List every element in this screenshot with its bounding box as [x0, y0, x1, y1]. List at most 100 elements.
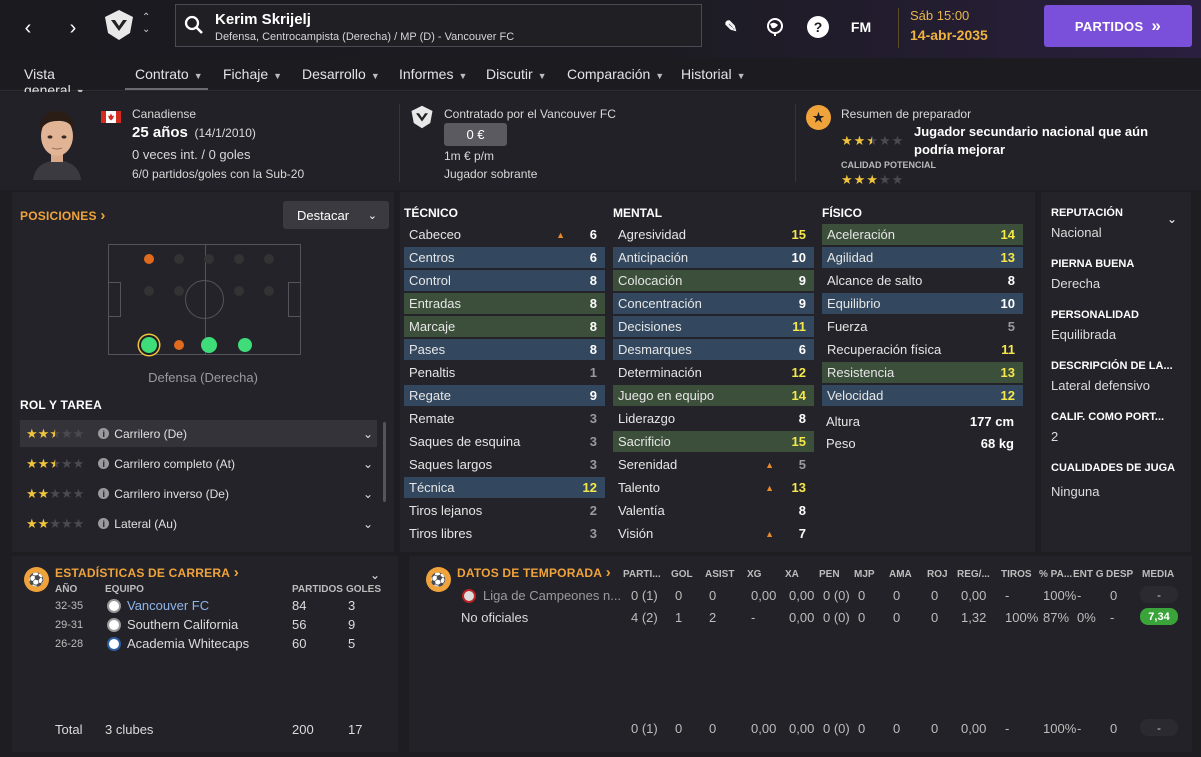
tab-comparacion[interactable]: Comparación ▼	[567, 66, 664, 82]
info-icon[interactable]: i	[98, 518, 110, 529]
attribute-row[interactable]: Técnica 12	[404, 477, 605, 498]
position-dot[interactable]	[234, 254, 244, 264]
attribute-row[interactable]: Centros 6	[404, 247, 605, 268]
position-dot[interactable]	[174, 286, 184, 296]
season-col-header[interactable]: GOL	[671, 569, 693, 580]
season-col-header[interactable]: XA	[785, 569, 799, 580]
attribute-row[interactable]: Talento ▲ 13	[613, 477, 814, 498]
career-title-link[interactable]: ESTADÍSTICAS DE CARRERA ›	[55, 564, 239, 581]
player-search-box[interactable]: Kerim Skrijelj Defensa, Centrocampista (…	[175, 4, 702, 47]
season-col-header[interactable]: DESP	[1106, 569, 1133, 580]
season-title-link[interactable]: DATOS DE TEMPORADA ›	[457, 564, 611, 581]
attribute-row[interactable]: Tiros lejanos 2	[404, 500, 605, 521]
chevron-down-icon[interactable]: ⌄	[363, 457, 373, 471]
role-row[interactable]: ★★★★★ i Carrilero (De) ⌄	[20, 420, 377, 447]
chevron-down-icon[interactable]: ⌄	[370, 568, 380, 582]
position-dot[interactable]	[174, 340, 184, 350]
attribute-row[interactable]: Alcance de salto 8	[822, 270, 1023, 291]
attribute-row[interactable]: Anticipación 10	[613, 247, 814, 268]
chevron-down-icon[interactable]: ⌄	[363, 487, 373, 501]
attribute-row[interactable]: Penaltis 1	[404, 362, 605, 383]
continue-partidos-button[interactable]: PARTIDOS »	[1044, 5, 1192, 47]
career-team[interactable]: Vancouver FC	[127, 598, 209, 613]
attribute-row[interactable]: Entradas 8	[404, 293, 605, 314]
attribute-row[interactable]: Resistencia 13	[822, 362, 1023, 383]
chevron-down-icon[interactable]: ⌄	[1167, 212, 1177, 226]
season-col-header[interactable]: MEDIA	[1142, 569, 1174, 580]
fm-menu-button[interactable]: FM	[848, 14, 874, 40]
info-icon[interactable]: i	[98, 488, 110, 499]
attribute-row[interactable]: Recuperación física 11	[822, 339, 1023, 360]
season-competition[interactable]: Liga de Campeones n...	[483, 588, 621, 603]
attribute-row[interactable]: Liderazgo 8	[613, 408, 814, 429]
club-badge-icon[interactable]	[103, 9, 135, 41]
forward-arrow-icon[interactable]: ›	[59, 15, 87, 41]
info-icon[interactable]: i	[98, 428, 110, 439]
attribute-row[interactable]: Fuerza 5	[822, 316, 1023, 337]
season-col-header[interactable]: REG/...	[957, 569, 990, 580]
season-col-header[interactable]: ENT G	[1073, 569, 1104, 580]
attribute-row[interactable]: Saques de esquina 3	[404, 431, 605, 452]
positions-title-link[interactable]: POSICIONES ›	[20, 207, 106, 224]
season-col-header[interactable]: PEN	[819, 569, 840, 580]
salary-tag[interactable]: 0 €	[444, 123, 507, 146]
attribute-row[interactable]: Determinación 12	[613, 362, 814, 383]
chevron-down-icon[interactable]: ⌄	[363, 427, 373, 441]
tab-fichaje[interactable]: Fichaje ▼	[223, 66, 282, 82]
position-dot[interactable]	[201, 337, 217, 353]
tab-contrato[interactable]: Contrato ▼	[125, 66, 208, 90]
tab-discutir[interactable]: Discutir ▼	[486, 66, 547, 82]
position-dot[interactable]	[144, 254, 154, 264]
tab-informes[interactable]: Informes ▼	[399, 66, 467, 82]
tab-desarrollo[interactable]: Desarrollo ▼	[302, 66, 380, 82]
attribute-row[interactable]: Valentía 8	[613, 500, 814, 521]
position-dot[interactable]	[264, 254, 274, 264]
attribute-row[interactable]: Pases 8	[404, 339, 605, 360]
game-date[interactable]: Sáb 15:00 14-abr-2035	[898, 8, 988, 48]
attribute-row[interactable]: Juego en equipo 14	[613, 385, 814, 406]
highlight-dropdown[interactable]: Destacar ⌄	[283, 201, 389, 229]
role-row[interactable]: ★★★★★ i Lateral (Au) ⌄	[20, 510, 377, 537]
season-col-header[interactable]: MJP	[854, 569, 875, 580]
attribute-row[interactable]: Concentración 9	[613, 293, 814, 314]
position-pitch[interactable]	[108, 244, 301, 355]
season-col-header[interactable]: TIROS	[1001, 569, 1032, 580]
position-dot[interactable]	[204, 254, 214, 264]
help-icon[interactable]: ?	[807, 16, 829, 38]
position-dot[interactable]	[234, 286, 244, 296]
roles-scrollbar[interactable]	[383, 422, 386, 502]
season-col-header[interactable]: XG	[747, 569, 761, 580]
attribute-row[interactable]: Equilibrio 10	[822, 293, 1023, 314]
attribute-row[interactable]: Remate 3	[404, 408, 605, 429]
season-col-header[interactable]: PARTI...	[623, 569, 661, 580]
position-dot[interactable]	[141, 337, 157, 353]
position-dot[interactable]	[144, 286, 154, 296]
player-switch-icon[interactable]: ⌃ ⌄	[142, 12, 150, 36]
attribute-row[interactable]: Cabeceo ▲ 6	[404, 224, 605, 245]
tab-historial[interactable]: Historial ▼	[681, 66, 746, 82]
attribute-row[interactable]: Saques largos 3	[404, 454, 605, 475]
attribute-row[interactable]: Regate 9	[404, 385, 605, 406]
attribute-row[interactable]: Tiros libres 3	[404, 523, 605, 544]
role-row[interactable]: ★★★★★ i Carrilero completo (At) ⌄	[20, 450, 377, 477]
season-col-header[interactable]: ROJ	[927, 569, 948, 580]
position-dot[interactable]	[174, 254, 184, 264]
back-arrow-icon[interactable]: ‹	[14, 15, 42, 41]
edit-pencil-icon[interactable]: ✎	[718, 14, 744, 40]
world-icon[interactable]	[762, 14, 788, 40]
season-col-header[interactable]: % PA...	[1039, 569, 1072, 580]
attribute-row[interactable]: Visión ▲ 7	[613, 523, 814, 544]
attribute-row[interactable]: Velocidad 12	[822, 385, 1023, 406]
season-col-header[interactable]: AMA	[889, 569, 912, 580]
attribute-row[interactable]: Agresividad 15	[613, 224, 814, 245]
attribute-row[interactable]: Decisiones 11	[613, 316, 814, 337]
attribute-row[interactable]: Agilidad 13	[822, 247, 1023, 268]
attribute-row[interactable]: Colocación 9	[613, 270, 814, 291]
season-col-header[interactable]: ASIST	[705, 569, 734, 580]
attribute-row[interactable]: Serenidad ▲ 5	[613, 454, 814, 475]
position-dot[interactable]	[264, 286, 274, 296]
chevron-down-icon[interactable]: ⌄	[363, 517, 373, 531]
role-row[interactable]: ★★★★★ i Carrilero inverso (De) ⌄	[20, 480, 377, 507]
attribute-row[interactable]: Aceleración 14	[822, 224, 1023, 245]
info-icon[interactable]: i	[98, 458, 110, 469]
